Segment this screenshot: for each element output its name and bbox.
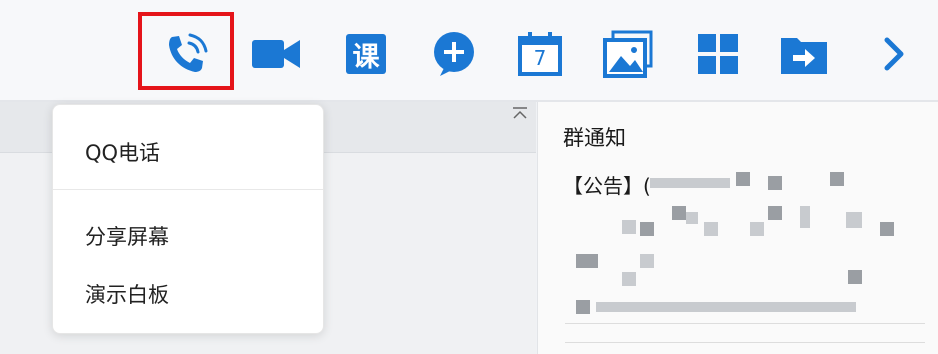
announcement-prefix: 【公告】(	[563, 174, 651, 198]
blurred-content	[704, 222, 718, 236]
file-transfer-button[interactable]	[778, 28, 830, 80]
blurred-content	[768, 206, 782, 220]
chevron-up-icon	[513, 107, 527, 119]
course-glyph: 课	[352, 41, 380, 73]
course-icon: 课	[346, 34, 386, 74]
blurred-content	[622, 220, 636, 234]
calendar-icon: 7	[518, 32, 562, 76]
course-button[interactable]: 课	[340, 28, 392, 80]
image-gallery-icon	[603, 30, 653, 78]
add-circle-icon	[434, 32, 474, 76]
menu-divider	[53, 189, 323, 190]
video-call-button[interactable]	[250, 28, 302, 80]
blurred-content	[880, 222, 894, 236]
add-app-button[interactable]	[428, 28, 480, 80]
blurred-content	[750, 222, 764, 236]
blurred-content	[650, 178, 730, 188]
blurred-content	[848, 270, 862, 284]
blurred-content	[736, 172, 750, 186]
blurred-content	[672, 206, 686, 220]
chevron-right-icon	[884, 37, 904, 71]
call-options-menu: QQ电话 分享屏幕 演示白板	[52, 104, 324, 334]
blurred-content	[596, 302, 856, 312]
blurred-content	[576, 300, 590, 314]
blurred-content	[768, 176, 782, 190]
blurred-content	[686, 212, 698, 224]
apps-button[interactable]	[692, 28, 744, 80]
menu-item-whiteboard[interactable]: 演示白板	[85, 279, 169, 309]
menu-item-share-screen[interactable]: 分享屏幕	[85, 221, 169, 251]
calendar-day: 7	[533, 46, 547, 70]
blurred-content	[640, 254, 654, 268]
video-camera-icon	[252, 40, 300, 68]
blurred-content	[846, 212, 862, 228]
blurred-content	[622, 272, 636, 286]
apps-grid-icon	[698, 34, 738, 74]
group-notice-title: 群通知	[563, 126, 626, 150]
notice-divider	[565, 342, 925, 343]
more-tools-button[interactable]	[868, 28, 920, 80]
image-button[interactable]	[602, 28, 654, 80]
notice-divider	[565, 323, 925, 324]
blurred-content	[800, 206, 810, 228]
menu-item-qq-call[interactable]: QQ电话	[85, 137, 160, 167]
folder-share-icon	[781, 38, 827, 74]
schedule-button[interactable]: 7	[514, 28, 566, 80]
blurred-content	[576, 254, 598, 268]
blurred-content	[640, 222, 654, 236]
blurred-content	[830, 172, 844, 186]
collapse-button[interactable]	[510, 106, 530, 122]
highlight-box	[138, 12, 234, 90]
